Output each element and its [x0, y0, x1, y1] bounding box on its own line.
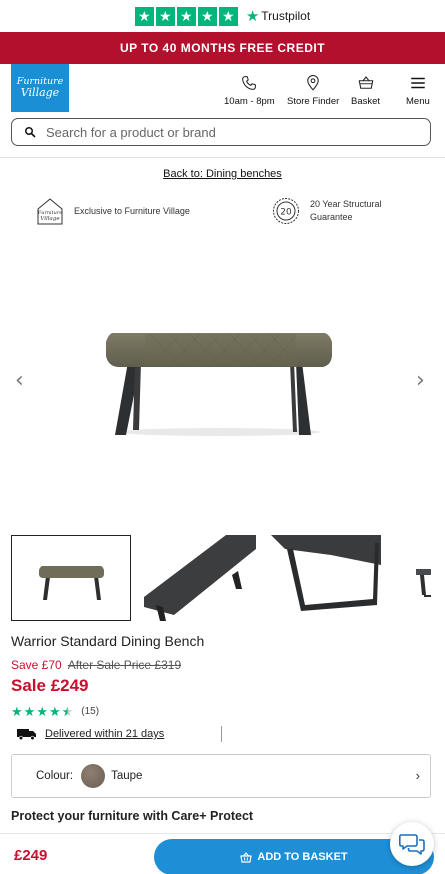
logo-line-2: Village — [20, 86, 60, 100]
nav-menu-label: Menu — [406, 96, 430, 107]
back-to-category-link[interactable]: Back to: Dining benches — [0, 168, 445, 180]
trustpilot-star-icon: ★ — [176, 6, 196, 26]
trustpilot-star-icon: ★ — [197, 6, 217, 26]
basket-icon — [240, 851, 252, 863]
star-icon: ★ — [48, 704, 61, 719]
save-amount: Save £70 — [11, 658, 62, 672]
search-icon — [25, 127, 36, 138]
thumbnail-3[interactable] — [261, 535, 381, 621]
star-icon: ★ — [36, 704, 48, 719]
colour-label: Colour: — [36, 770, 74, 782]
trustpilot-logo-star-icon: ★ — [245, 8, 260, 25]
house-logo-icon: Furniture Village — [36, 197, 64, 225]
gallery-prev-arrow-icon[interactable]: ‹ — [15, 368, 24, 393]
location-pin-icon — [307, 75, 319, 91]
after-sale-price: After Sale Price £319 — [67, 658, 182, 672]
product-gallery[interactable]: ‹ › — [0, 240, 445, 530]
chat-bubbles-icon — [399, 834, 425, 855]
feature-guarantee-line-1: 20 Year Structural — [310, 198, 382, 209]
sticky-add-to-basket-bar: £249 ADD TO BASKET — [0, 833, 445, 874]
sale-price: Sale £249 — [11, 676, 89, 695]
nav-basket-label: Basket — [351, 96, 381, 107]
trustpilot-star-icon: ★ — [218, 6, 238, 26]
colour-selector[interactable]: Colour: Taupe › — [11, 754, 431, 798]
feature-exclusive: Furniture Village Exclusive to Furniture… — [36, 197, 190, 225]
feature-exclusive-label: Exclusive to Furniture Village — [74, 206, 190, 216]
star-icon: ★ — [23, 704, 36, 719]
site-logo[interactable]: Furniture Village — [11, 64, 69, 112]
rating-stars: ★ ★ ★ ★ ★ — [11, 705, 73, 718]
sticky-price: £249 — [14, 847, 48, 864]
search-bar[interactable] — [11, 118, 431, 146]
thumbnail-image — [271, 535, 381, 611]
colour-value: Taupe — [111, 770, 143, 782]
product-title: Warrior Standard Dining Bench — [11, 633, 205, 649]
half-star-icon: ★ — [61, 704, 74, 719]
gallery-next-arrow-icon[interactable]: › — [416, 368, 425, 393]
nav-store-finder-label: Store Finder — [287, 96, 340, 107]
trustpilot-logo: ★ Trustpilot — [246, 7, 310, 25]
trustpilot-brand-label: Trustpilot — [261, 9, 311, 23]
nav-hours-label: 10am - 8pm — [224, 96, 275, 107]
add-to-basket-label: ADD TO BASKET — [257, 851, 348, 863]
thumbnail-1[interactable] — [11, 535, 131, 621]
thumbnail-image — [416, 569, 431, 597]
colour-swatch — [81, 764, 106, 788]
thumbnail-2[interactable] — [136, 535, 256, 621]
nav-opening-hours[interactable]: 10am - 8pm — [224, 74, 275, 107]
care-protect-heading: Protect your furniture with Care+ Protec… — [11, 809, 254, 823]
price-savings-row: Save £70 After Sale Price £319 — [11, 658, 181, 672]
review-count[interactable]: (15) — [81, 706, 99, 717]
star-icon: ★ — [11, 704, 23, 719]
nav-store-finder[interactable]: Store Finder — [287, 74, 339, 107]
svg-text:Village: Village — [40, 216, 60, 222]
site-header: Furniture Village 10am - 8pm Store Finde… — [0, 64, 445, 116]
nav-basket[interactable]: Basket — [351, 74, 380, 107]
delivery-label: Delivered within 21 days — [45, 728, 165, 740]
delivery-info[interactable]: Delivered within 21 days — [17, 728, 164, 740]
trustpilot-bar[interactable]: ★ ★ ★ ★ ★ ★ Trustpilot — [0, 0, 445, 32]
trustpilot-stars: ★ ★ ★ ★ ★ — [134, 6, 238, 26]
delivery-truck-icon — [17, 729, 36, 740]
product-image — [106, 333, 332, 436]
feature-guarantee-text: 20 Year Structural Guarantee — [310, 198, 382, 224]
svg-text:20: 20 — [280, 208, 292, 218]
thumbnail-image — [39, 566, 104, 600]
phone-icon — [242, 76, 257, 90]
product-rating[interactable]: ★ ★ ★ ★ ★ (15) — [11, 705, 99, 718]
trustpilot-star-icon: ★ — [155, 6, 175, 26]
guarantee-badge-icon: 20 — [272, 197, 300, 225]
promo-banner[interactable]: UP TO 40 MONTHS FREE CREDIT — [0, 32, 445, 64]
thumbnail-image — [144, 535, 256, 621]
chevron-right-icon: › — [415, 768, 420, 783]
live-chat-button[interactable] — [390, 822, 434, 866]
basket-icon — [358, 76, 373, 89]
hamburger-menu-icon — [411, 77, 425, 89]
feature-guarantee-line-2: Guarantee — [310, 212, 353, 222]
thumbnail-strip — [11, 535, 431, 621]
search-input[interactable] — [46, 124, 406, 140]
trustpilot-star-icon: ★ — [134, 6, 154, 26]
delivery-divider — [221, 726, 222, 742]
thumbnail-4[interactable] — [386, 535, 431, 621]
nav-menu[interactable]: Menu — [406, 74, 430, 107]
header-divider — [0, 157, 445, 158]
feature-guarantee: 20 20 Year Structural Guarantee — [272, 197, 382, 225]
